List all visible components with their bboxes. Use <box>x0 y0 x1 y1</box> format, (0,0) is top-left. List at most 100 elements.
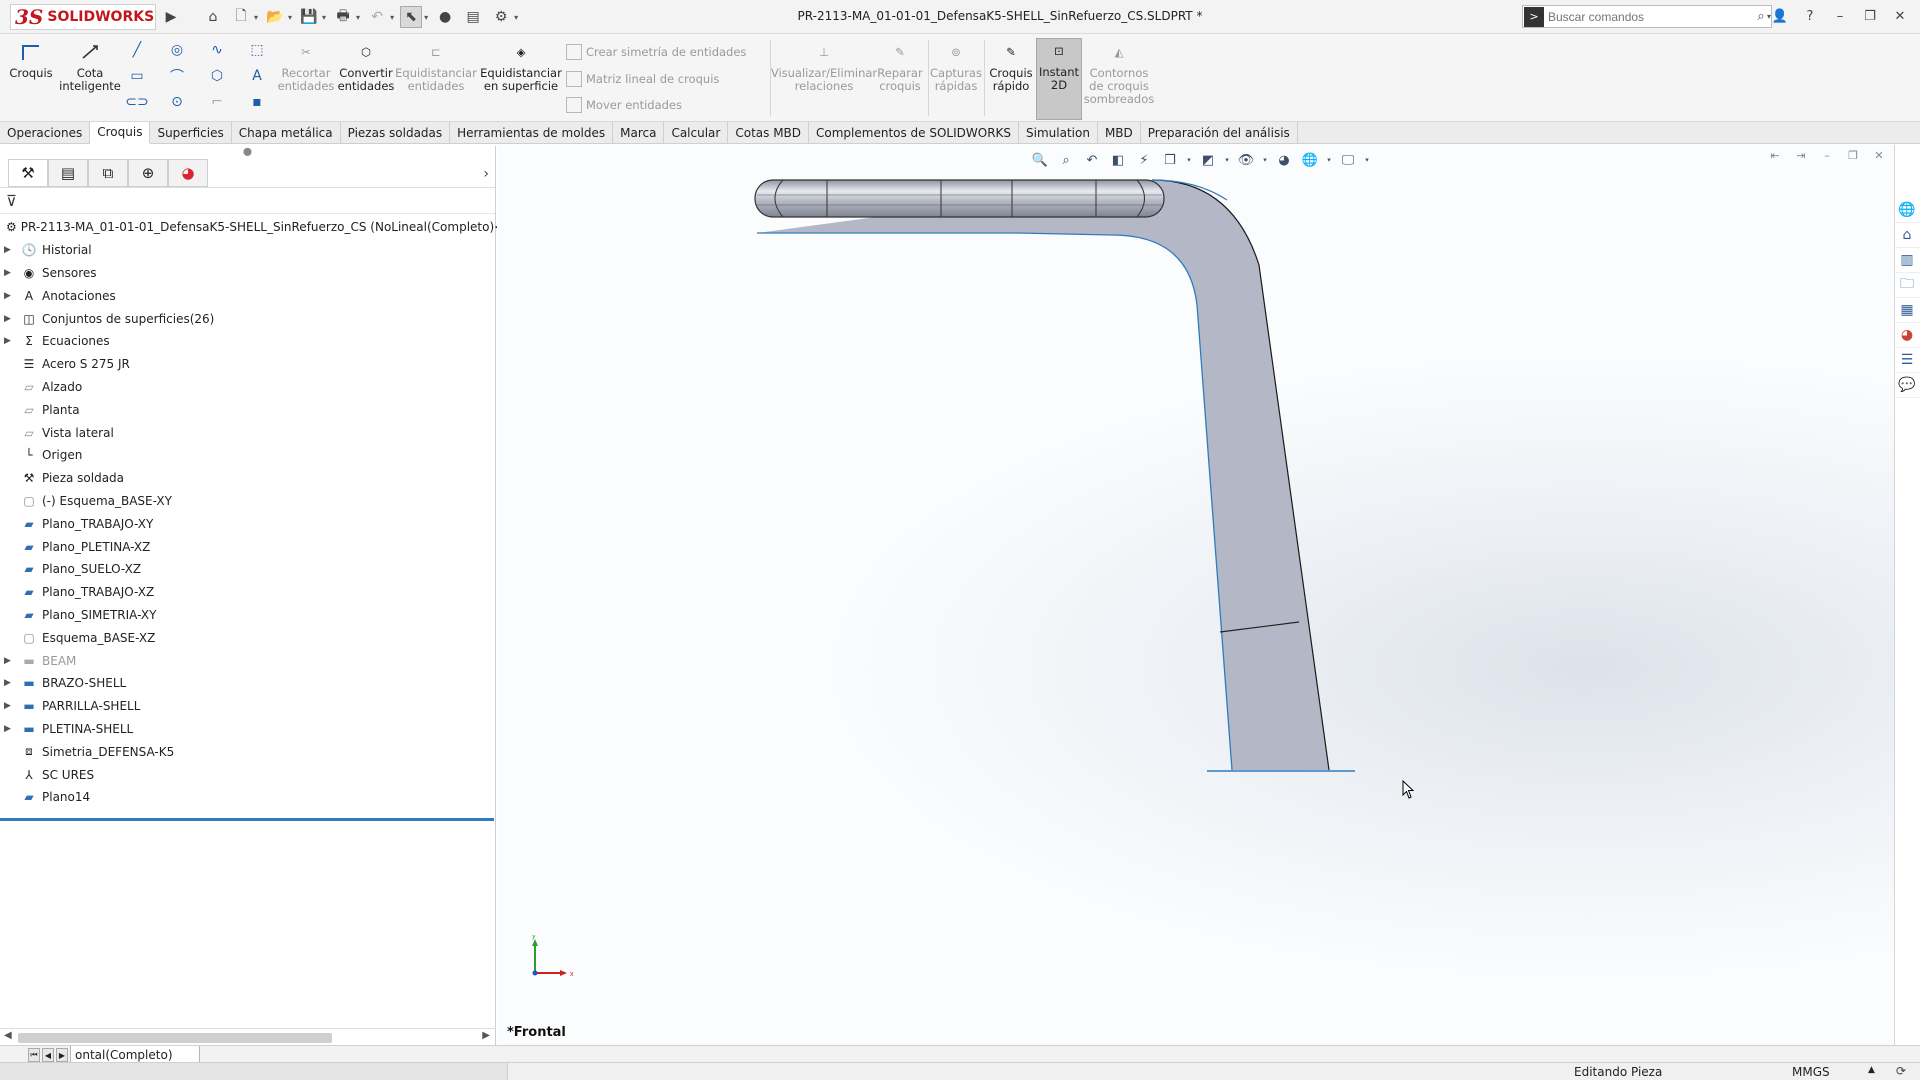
expand-arrow-icon[interactable]: ▶ <box>0 701 14 711</box>
tab-operaciones[interactable]: Operaciones <box>0 122 91 144</box>
tree-item-alzado[interactable]: ▱ Alzado <box>0 376 495 399</box>
tree-item-sensores[interactable]: ▶ ◉ Sensores <box>0 262 495 285</box>
zoom-to-fit-icon[interactable]: 🔍 <box>1029 149 1051 171</box>
tree-item-vista-lateral[interactable]: ▱ Vista lateral <box>0 421 495 444</box>
tab-herramientas-moldes[interactable]: Herramientas de moldes <box>450 122 614 144</box>
rectangle-icon[interactable]: ▭ <box>126 66 148 86</box>
view-orientation-icon[interactable]: ❒ <box>1159 149 1181 171</box>
print-dropdown-icon[interactable]: ▾ <box>356 13 360 22</box>
configurationmanager-tab-icon[interactable]: ⧉ <box>88 158 128 187</box>
viewport-collapse-right-icon[interactable]: ⇥ <box>1794 147 1808 163</box>
open-icon[interactable]: 📂 <box>264 6 286 28</box>
hide-show-items-icon[interactable]: 👁 <box>1235 149 1257 171</box>
scroll-right-icon[interactable]: ▶ <box>482 1030 490 1041</box>
expand-arrow-icon[interactable]: ▶ <box>0 656 14 666</box>
tree-item-simetria-defensa[interactable]: ⧈ Simetria_DEFENSA-K5 <box>0 740 495 763</box>
featuremanager-tab-icon[interactable]: ⚒ <box>8 158 48 187</box>
apply-scene-dropdown-icon[interactable]: ▾ <box>1325 149 1333 171</box>
tree-root-part[interactable]: ⚙ PR-2113-MA_01-01-01_DefensaK5-SHELL_Si… <box>0 216 520 239</box>
options-gear-icon[interactable]: ⚙ <box>490 6 512 28</box>
scroll-thumb[interactable] <box>18 1033 332 1043</box>
tree-item-plano-trabajo-xy[interactable]: ▰ Plano_TRABAJO-XY <box>0 512 495 535</box>
solidworks-resources-icon[interactable]: 🌐 <box>1894 198 1920 223</box>
tree-horizontal-scrollbar[interactable]: ◀ ▶ <box>0 1028 496 1046</box>
tree-item-brazo-shell[interactable]: ▶ ▬ BRAZO-SHELL <box>0 672 495 695</box>
view-settings-dropdown-icon[interactable]: ▾ <box>1363 149 1371 171</box>
tree-item-beam[interactable]: ▶ ▬ BEAM <box>0 649 495 672</box>
tree-item-parrilla-shell[interactable]: ▶ ▬ PARRILLA-SHELL <box>0 695 495 718</box>
command-search[interactable]: > ⌕ ▾ <box>1522 5 1772 28</box>
graphics-area[interactable]: 🔍 ⌕ ↶ ◧ ⚡ ❒ ▾ ◩ ▾ 👁 ▾ ◕ 🌐 ▾ 🖵 ▾ ⇤ ⇥ – ❐ ✕ y x… <box>497 145 1894 1045</box>
tree-item-plano-trabajo-xz[interactable]: ▰ Plano_TRABAJO-XZ <box>0 581 495 604</box>
user-icon[interactable]: 👤 <box>1770 5 1790 27</box>
tree-item-plano-suelo-xz[interactable]: ▰ Plano_SUELO-XZ <box>0 558 495 581</box>
edit-appearance-icon[interactable]: ◕ <box>1273 149 1295 171</box>
custom-properties-icon[interactable]: ☰ <box>1894 348 1920 373</box>
home-icon[interactable]: ⌂ <box>1894 223 1920 248</box>
units-arrow-icon[interactable]: ▲ <box>1868 1065 1875 1075</box>
tab-superficies[interactable]: Superficies <box>150 122 232 144</box>
circle-icon[interactable]: ◎ <box>166 40 188 60</box>
undo-icon[interactable]: ↶ <box>366 6 388 28</box>
text-icon[interactable]: A <box>246 66 268 86</box>
dimxpert-tab-icon[interactable]: ⊕ <box>128 158 168 187</box>
expand-arrow-icon[interactable]: ▶ <box>0 336 14 346</box>
instant-2d-button[interactable]: ⊡ Instant 2D <box>1036 38 1082 120</box>
visualizar-relaciones-button[interactable]: ⊥ Visualizar/Eliminar relaciones <box>771 40 877 93</box>
tree-item-anotaciones[interactable]: ▶ A Anotaciones <box>0 284 495 307</box>
tab-calcular[interactable]: Calcular <box>664 122 729 144</box>
tree-item-material[interactable]: ☰ Acero S 275 JR <box>0 353 495 376</box>
tab-complementos[interactable]: Complementos de SOLIDWORKS <box>809 122 1020 144</box>
print-icon[interactable]: 🖶 <box>332 6 354 28</box>
tree-item-pletina-shell[interactable]: ▶ ▬ PLETINA-SHELL <box>0 718 495 741</box>
equidistanciar-button[interactable]: ⊏ Equidistanciar entidades <box>395 40 477 93</box>
convertir-button[interactable]: ⬡ Convertir entidades <box>338 40 395 93</box>
cota-inteligente-button[interactable]: Cota inteligente <box>59 40 121 93</box>
crear-simetria-button[interactable]: Crear simetría de entidades <box>566 44 746 60</box>
viewport-close-icon[interactable]: ✕ <box>1872 147 1886 163</box>
section-view-icon[interactable]: ◧ <box>1107 149 1129 171</box>
view-settings-icon[interactable]: 🖵 <box>1337 149 1359 171</box>
view-orientation-dropdown-icon[interactable]: ▾ <box>1185 149 1193 171</box>
traffic-light-icon[interactable]: ● <box>434 6 456 28</box>
tree-item-historial[interactable]: ▶ 🕓 Historial <box>0 239 495 262</box>
home-icon[interactable]: ⌂ <box>202 6 224 28</box>
search-input[interactable] <box>1548 9 1751 24</box>
viewport-minimize-icon[interactable]: – <box>1820 147 1834 163</box>
view-palette-icon[interactable]: ▦ <box>1894 298 1920 323</box>
design-library-icon[interactable]: ▥ <box>1894 248 1920 273</box>
equidistanciar-superficie-button[interactable]: ◈ Equidistanciar en superficie <box>480 40 562 93</box>
appearances-icon[interactable]: ◕ <box>1894 323 1920 348</box>
tree-item-planta[interactable]: ▱ Planta <box>0 398 495 421</box>
expand-arrow-icon[interactable]: ▶ <box>0 314 14 324</box>
display-style-icon[interactable]: ◩ <box>1197 149 1219 171</box>
tree-item-ecuaciones[interactable]: ▶ Σ Ecuaciones <box>0 330 495 353</box>
zoom-to-area-icon[interactable]: ⌕ <box>1055 149 1077 171</box>
file-explorer-icon[interactable]: 🗀 <box>1894 273 1920 298</box>
tab-simulation[interactable]: Simulation <box>1019 122 1098 144</box>
prev-tab-icon[interactable]: ◀ <box>42 1048 54 1062</box>
propertymanager-tab-icon[interactable]: ▤ <box>48 158 88 187</box>
contornos-croquis-button[interactable]: ◭ Contornos de croquis sombreados <box>1084 40 1154 106</box>
matriz-lineal-button[interactable]: Matriz lineal de croquis <box>566 71 719 87</box>
tree-item-plano14[interactable]: ▰ Plano14 <box>0 786 495 809</box>
tree-item-esquema-base-xy[interactable]: ▢ (-) Esquema_BASE-XY <box>0 490 495 513</box>
viewport-restore-icon[interactable]: ❐ <box>1846 147 1860 163</box>
panel-grip[interactable]: ⬤ <box>0 146 495 158</box>
display-style-dropdown-icon[interactable]: ▾ <box>1223 149 1231 171</box>
tree-item-plano-simetria-xy[interactable]: ▰ Plano_SIMETRIA-XY <box>0 604 495 627</box>
point-icon[interactable]: ⊙ <box>166 92 188 112</box>
plane-small-icon[interactable]: ▪ <box>246 92 268 112</box>
fillet-icon[interactable]: ⌐ <box>206 92 228 112</box>
tree-item-esquema-base-xz[interactable]: ▢ Esquema_BASE-XZ <box>0 626 495 649</box>
rollback-bar[interactable] <box>0 818 494 821</box>
croquis-rapido-button[interactable]: ✎ Croquis rápido <box>988 40 1034 93</box>
close-icon[interactable]: ✕ <box>1890 5 1910 27</box>
expand-menu-icon[interactable]: ▶ <box>160 6 182 28</box>
new-document-icon[interactable]: 🗋 <box>230 6 252 28</box>
new-dropdown-icon[interactable]: ▾ <box>254 13 258 22</box>
tree-item-conjuntos-superficies[interactable]: ▶ ◫ Conjuntos de superficies(26) <box>0 307 495 330</box>
tab-mbd[interactable]: MBD <box>1098 122 1141 144</box>
tree-item-pieza-soldada[interactable]: ⚒ Pieza soldada <box>0 467 495 490</box>
line-icon[interactable]: ╱ <box>126 40 148 60</box>
